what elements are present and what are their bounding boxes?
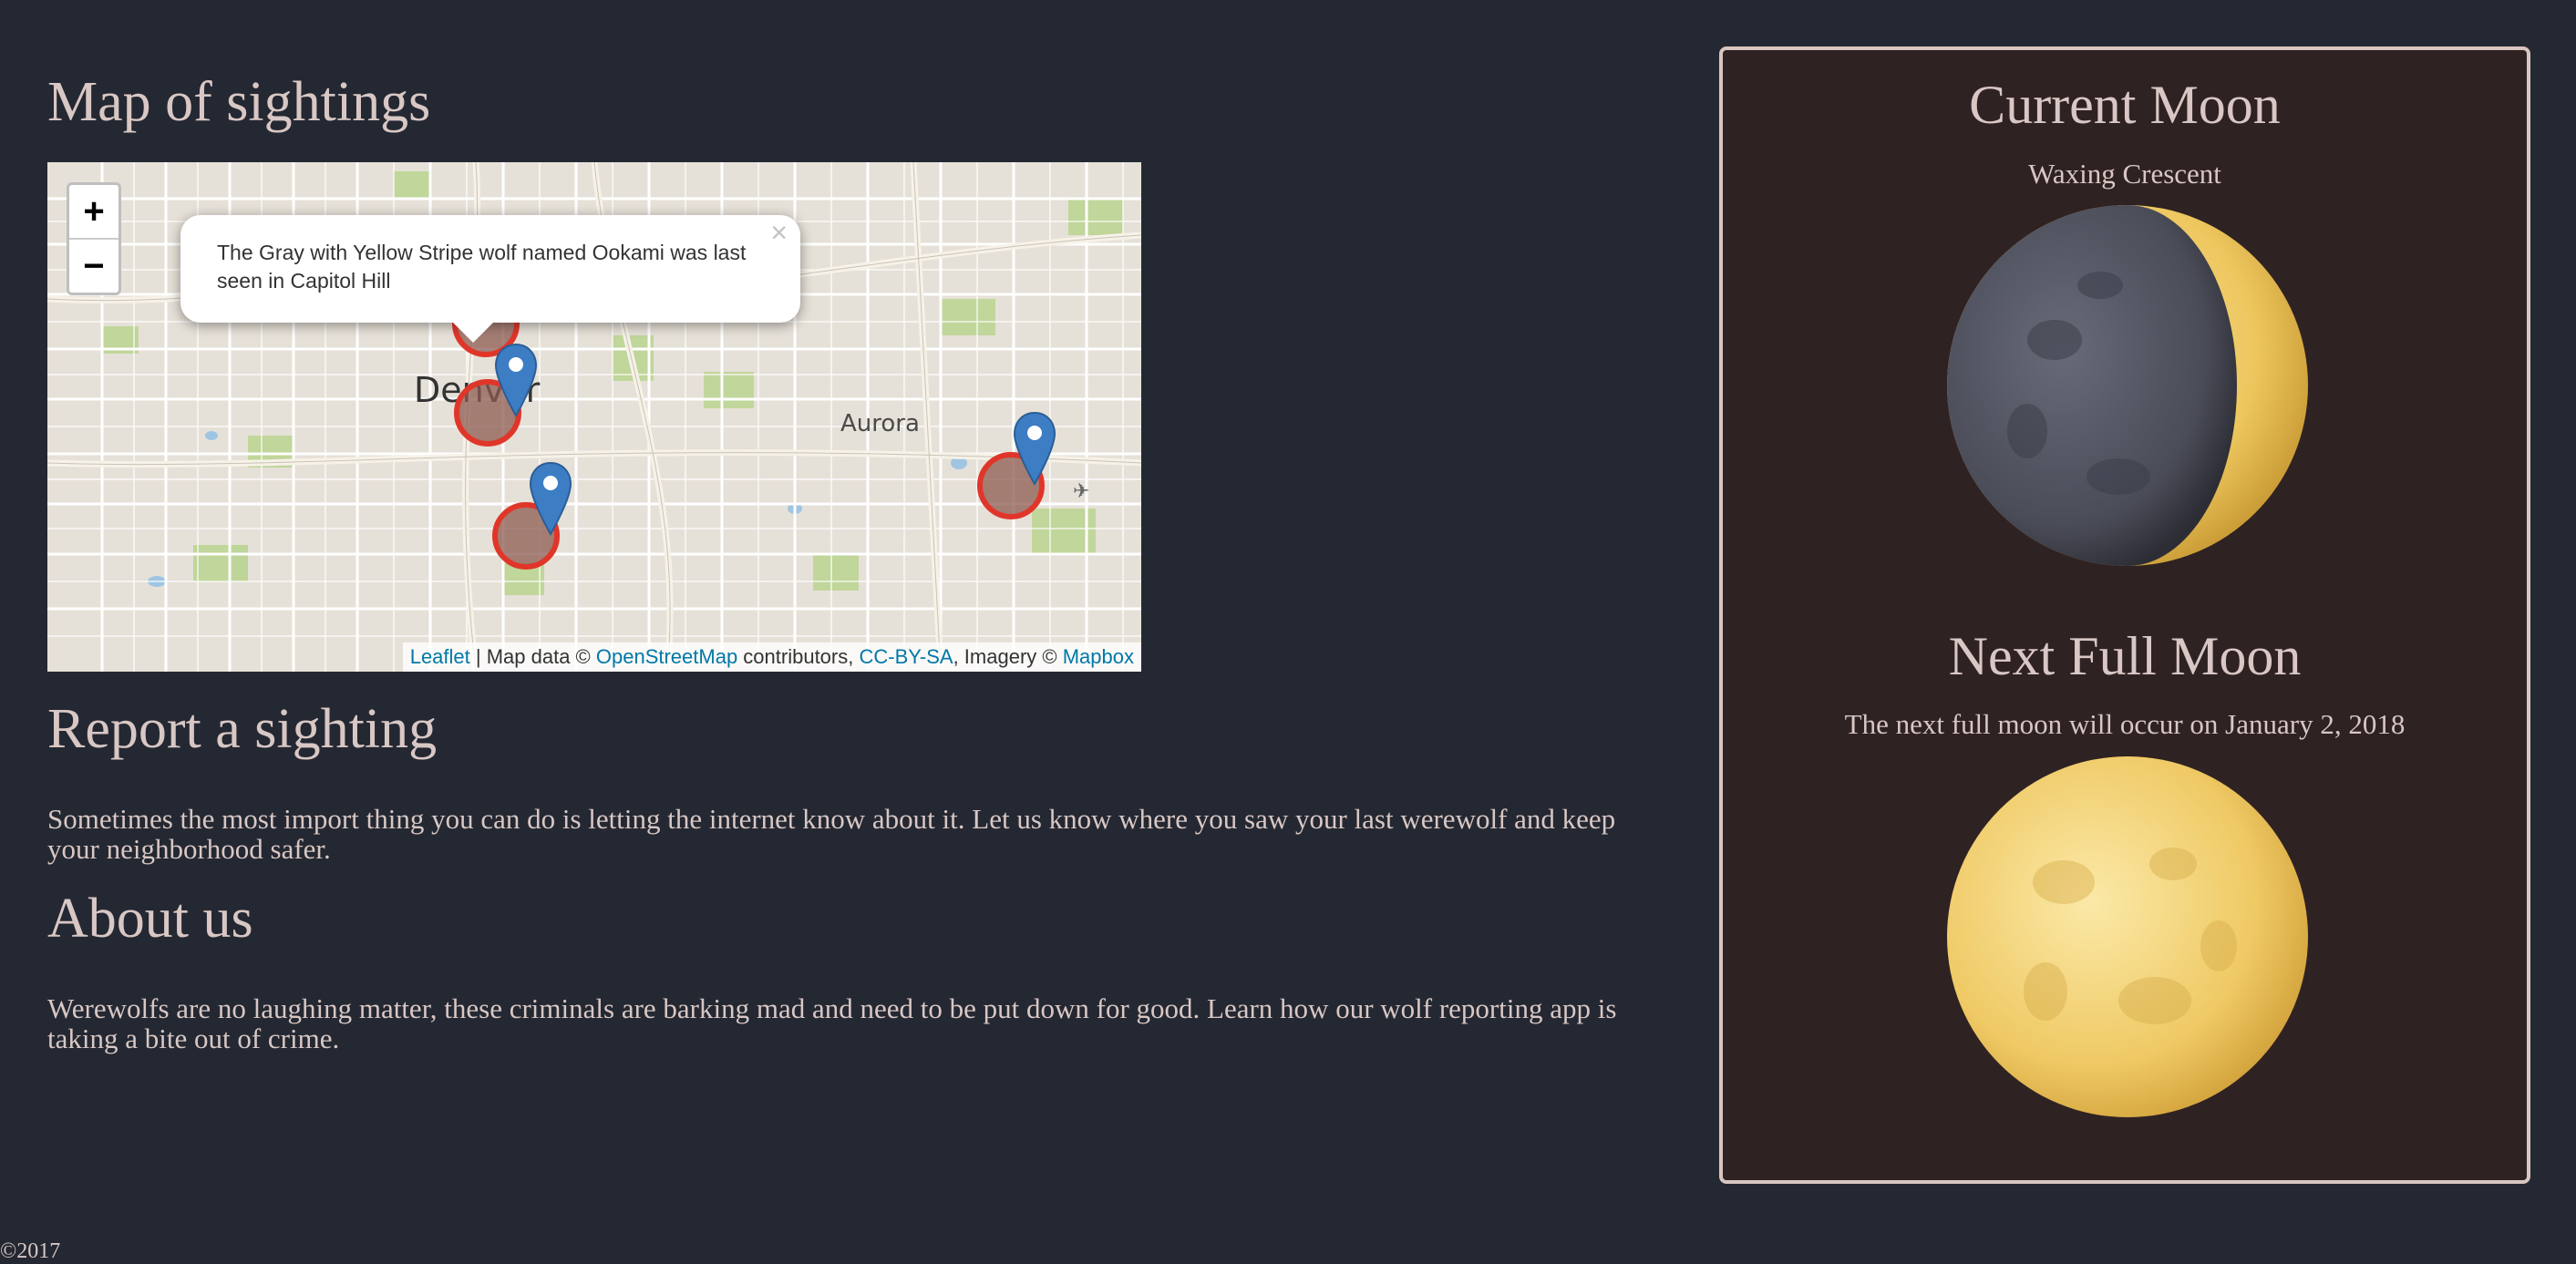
leaflet-link[interactable]: Leaflet [410,645,470,668]
zoom-in-button[interactable]: + [69,185,118,240]
map-marker-icon[interactable] [1012,411,1057,486]
about-text: Werewolfs are no laughing matter, these … [47,992,1617,1054]
mapbox-link[interactable]: Mapbox [1063,645,1134,668]
svg-text:✈: ✈ [1073,480,1089,503]
zoom-control: + − [67,182,121,295]
next-full-moon-text: The next full moon will occur on January… [1844,708,2406,740]
current-moon-phase: Waxing Crescent [2028,158,2221,190]
zoom-out-button[interactable]: − [69,240,118,293]
map-attribution: Leaflet | Map data © OpenStreetMap contr… [402,642,1141,672]
full-moon-icon [1947,756,2308,1117]
current-moon-title: Current Moon [1969,75,2281,135]
map-marker-icon[interactable] [493,343,539,417]
attribution-text: contributors, [737,645,860,668]
sightings-map[interactable]: ✈ Denver Aurora + − × The Gray with Yell… [47,162,1141,672]
next-full-moon-title: Next Full Moon [1948,626,2302,686]
map-popup: × The Gray with Yellow Stripe wolf named… [180,215,800,323]
about-heading: About us [47,888,253,950]
waxing-crescent-moon-icon [1947,205,2308,566]
place-label-aurora: Aurora [840,410,920,437]
map-marker-icon[interactable] [528,461,573,536]
attribution-text: , Imagery © [953,645,1063,668]
moon-panel: Current Moon Waxing Crescent Next Full M… [1719,46,2530,1184]
popup-tip [449,319,497,343]
report-heading: Report a sighting [47,698,438,760]
cc-by-sa-link[interactable]: CC-BY-SA [859,645,953,668]
openstreetmap-link[interactable]: OpenStreetMap [596,645,737,668]
map-heading: Map of sightings [47,71,431,133]
report-text: Sometimes the most import thing you can … [47,803,1616,865]
popup-text: The Gray with Yellow Stripe wolf named O… [217,241,747,293]
popup-close-button[interactable]: × [770,218,788,247]
attribution-text: | Map data © [469,645,596,668]
